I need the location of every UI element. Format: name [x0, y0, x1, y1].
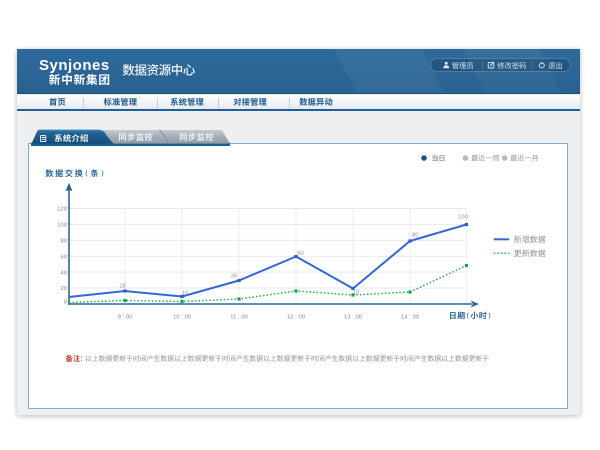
svg-text:80: 80 [60, 239, 67, 245]
svg-text:10: 10 [182, 291, 188, 297]
svg-text:100: 100 [458, 215, 468, 221]
svg-text:100: 100 [57, 223, 68, 229]
svg-text:60: 60 [60, 254, 67, 260]
svg-text:0: 0 [64, 300, 68, 306]
svg-text:120: 120 [57, 207, 68, 213]
svg-text:11 : 00: 11 : 00 [230, 315, 248, 321]
svg-text:18: 18 [119, 284, 125, 290]
svg-text:9 : 00: 9 : 00 [118, 315, 133, 321]
svg-text:10: 10 [353, 290, 359, 296]
svg-text:35: 35 [231, 274, 237, 280]
svg-text:14 : 00: 14 : 00 [401, 315, 420, 321]
svg-text:12 : 00: 12 : 00 [287, 315, 306, 321]
svg-text:80: 80 [412, 233, 418, 239]
svg-text:40: 40 [60, 270, 67, 276]
svg-text:20: 20 [60, 286, 67, 292]
svg-text:10 : 00: 10 : 00 [173, 315, 192, 321]
svg-text:Synjones: Synjones [39, 57, 110, 74]
svg-text:13 : 00: 13 : 00 [344, 315, 363, 321]
svg-text:60: 60 [297, 251, 303, 257]
